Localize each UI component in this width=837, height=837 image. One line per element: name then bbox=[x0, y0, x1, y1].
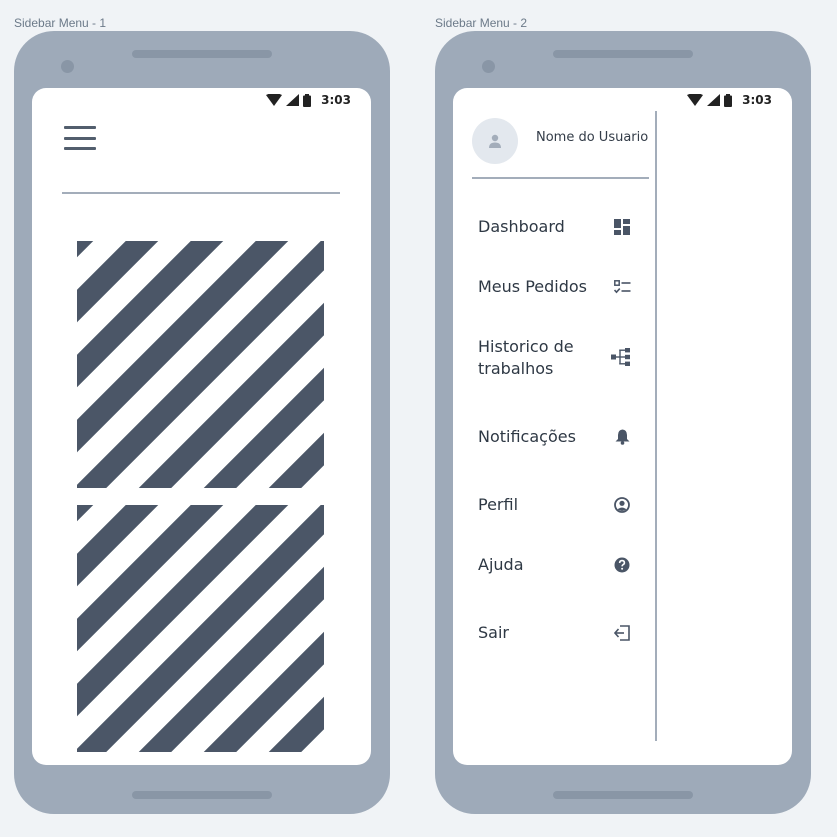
dashboard-icon bbox=[613, 218, 631, 236]
sidebar-item-historico[interactable]: Historico de trabalhos bbox=[478, 335, 631, 381]
avatar[interactable] bbox=[472, 118, 518, 164]
status-bar: 3:03 bbox=[687, 91, 772, 109]
sidebar-item-label: Historico de trabalhos bbox=[478, 337, 574, 378]
phone-screen-1: 3:03 bbox=[32, 88, 371, 765]
sidebar-item-label: Ajuda bbox=[478, 555, 524, 574]
status-bar: 3:03 bbox=[266, 91, 351, 109]
person-icon bbox=[489, 134, 501, 148]
frame-label-2: Sidebar Menu - 2 bbox=[435, 16, 528, 30]
wifi-icon bbox=[266, 94, 283, 106]
phone-camera bbox=[61, 60, 74, 73]
status-time: 3:03 bbox=[321, 93, 351, 107]
phone-home-bar bbox=[132, 791, 272, 799]
help-circle-icon bbox=[613, 556, 631, 574]
wifi-icon bbox=[687, 94, 704, 106]
drawer-header-divider bbox=[472, 177, 649, 179]
bell-icon bbox=[613, 428, 631, 446]
battery-icon bbox=[303, 93, 312, 107]
drawer-edge bbox=[655, 111, 657, 741]
image-placeholder-2 bbox=[77, 505, 324, 752]
sidebar-item-notificacoes[interactable]: Notificações bbox=[478, 425, 631, 449]
phone-frame-1: 3:03 bbox=[14, 31, 390, 814]
sidebar-item-label: Sair bbox=[478, 623, 509, 642]
phone-speaker bbox=[132, 50, 272, 58]
sidebar-item-meus-pedidos[interactable]: Meus Pedidos bbox=[478, 275, 631, 299]
user-name: Nome do Usuario bbox=[536, 130, 649, 145]
phone-screen-2: 3:03 Nome do Usuario Dashboard Meus Pedi… bbox=[453, 88, 792, 765]
sidebar-item-sair[interactable]: Sair bbox=[478, 621, 631, 645]
sidebar-item-label: Dashboard bbox=[478, 217, 565, 236]
account-circle-icon bbox=[613, 496, 631, 514]
status-time: 3:03 bbox=[742, 93, 772, 107]
sidebar-item-label: Perfil bbox=[478, 495, 519, 514]
image-placeholder-1 bbox=[77, 241, 324, 488]
logout-icon bbox=[613, 624, 631, 642]
phone-camera bbox=[482, 60, 495, 73]
sidebar-item-perfil[interactable]: Perfil bbox=[478, 493, 631, 517]
phone-home-bar bbox=[553, 791, 693, 799]
signal-icon bbox=[286, 94, 300, 106]
hamburger-menu-icon[interactable] bbox=[64, 126, 96, 150]
checklist-icon bbox=[613, 278, 631, 296]
header-divider bbox=[62, 192, 340, 194]
phone-speaker bbox=[553, 50, 693, 58]
frame-label-1: Sidebar Menu - 1 bbox=[14, 16, 107, 30]
tree-icon bbox=[611, 348, 631, 366]
sidebar-item-label: Meus Pedidos bbox=[478, 277, 588, 296]
battery-icon bbox=[724, 93, 733, 107]
sidebar-drawer: Nome do Usuario Dashboard Meus Pedidos H… bbox=[453, 88, 656, 741]
sidebar-item-dashboard[interactable]: Dashboard bbox=[478, 215, 631, 239]
signal-icon bbox=[707, 94, 721, 106]
sidebar-item-ajuda[interactable]: Ajuda bbox=[478, 553, 631, 577]
phone-frame-2: 3:03 Nome do Usuario Dashboard Meus Pedi… bbox=[435, 31, 811, 814]
sidebar-item-label: Notificações bbox=[478, 427, 576, 446]
